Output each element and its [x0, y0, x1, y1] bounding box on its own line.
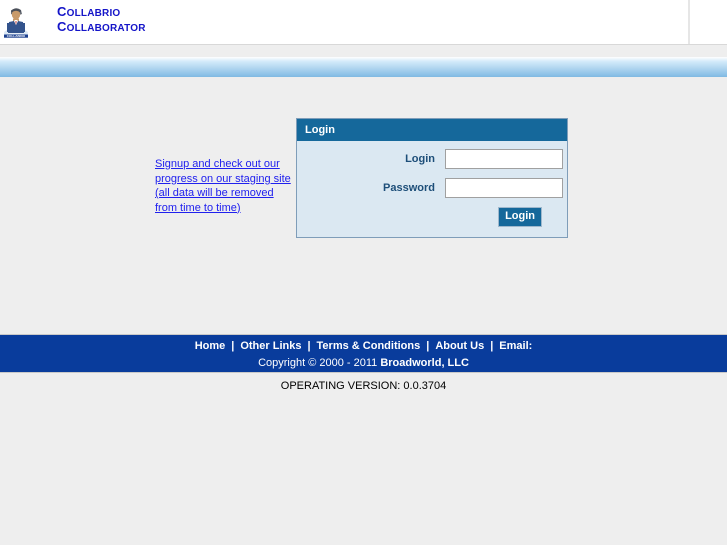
footer-separator: |	[307, 340, 311, 352]
login-panel-body: Login Password Login	[297, 141, 567, 237]
login-panel: Login Login Password Login	[296, 118, 568, 238]
footer-link-list: Home | Other Links | Terms & Conditions | Abou…	[0, 338, 727, 355]
brand-line2-rest: OLLABORATOR	[66, 23, 146, 34]
footer-copyright-prefix: Copyright © 2000 - 2011	[258, 357, 381, 369]
login-input[interactable]	[445, 149, 563, 169]
header-bottom-rule	[0, 44, 727, 45]
password-field-label: Password	[383, 182, 435, 194]
footer-link-email[interactable]: Email:	[499, 340, 532, 352]
login-field-label: Login	[405, 153, 435, 165]
svg-text:COLLABRIO: COLLABRIO	[7, 34, 26, 38]
footer-separator: |	[231, 340, 235, 352]
footer-link-about-us[interactable]: About Us	[435, 340, 484, 352]
site-header: COLLABRIO COLLABRIO COLLABORATOR	[0, 0, 727, 45]
login-action-row: Login	[301, 207, 563, 227]
brand-line2-cap: C	[57, 19, 67, 34]
header-gradient-strip	[0, 57, 727, 77]
brand-line-collabrio: COLLABRIO	[57, 4, 146, 19]
brand-line-collaborator: COLLABORATOR	[57, 19, 146, 34]
brand-wordmark: COLLABRIO COLLABORATOR	[57, 4, 146, 34]
login-panel-title: Login	[297, 119, 567, 141]
footer-link-terms-conditions[interactable]: Terms & Conditions	[317, 340, 421, 352]
main-content: Signup and check out our progress on our…	[0, 77, 727, 334]
footer-link-other-links[interactable]: Other Links	[240, 340, 301, 352]
operating-version-text: OPERATING VERSION: 0.0.3704	[0, 373, 727, 392]
brand-line1-cap: C	[57, 4, 67, 19]
login-field-row: Login	[301, 149, 563, 169]
brand-line1-rest: OLLABRIO	[66, 8, 121, 19]
footer-separator: |	[426, 340, 430, 352]
footer-copyright-company: Broadworld, LLC	[380, 357, 469, 369]
login-submit-button[interactable]: Login	[498, 207, 542, 227]
signup-staging-link[interactable]: Signup and check out our progress on our…	[155, 157, 295, 215]
footer-link-home[interactable]: Home	[195, 340, 226, 352]
password-field-row: Password	[301, 178, 563, 198]
footer-bar: Home | Other Links | Terms & Conditions | Abou…	[0, 335, 727, 372]
header-vertical-divider	[688, 0, 690, 45]
site-footer: Home | Other Links | Terms & Conditions | Abou…	[0, 334, 727, 392]
footer-copyright: Copyright © 2000 - 2011 Broadworld, LLC	[0, 355, 727, 371]
password-input[interactable]	[445, 178, 563, 198]
footer-separator: |	[490, 340, 494, 352]
